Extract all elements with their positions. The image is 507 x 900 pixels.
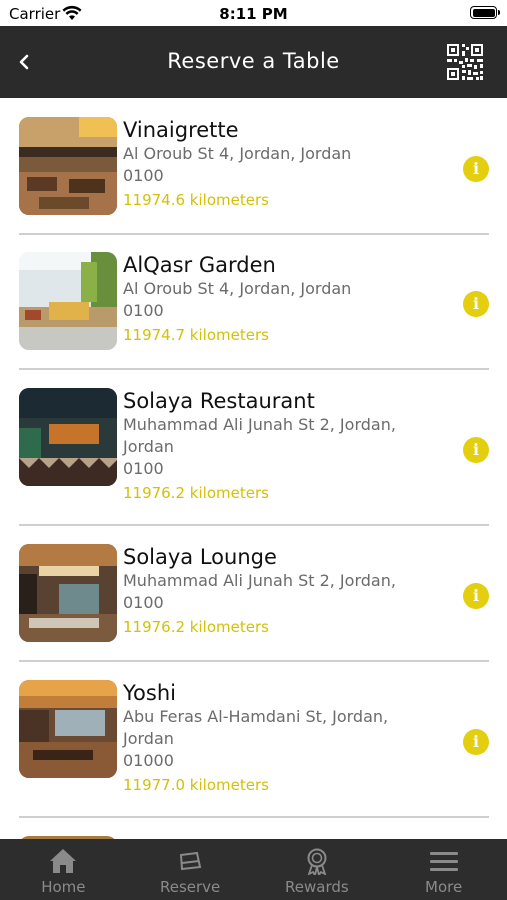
restaurant-address-line: 0100 xyxy=(123,593,164,612)
restaurant-row[interactable]: Solaya Restaurant Muhammad Ali Junah St … xyxy=(19,388,489,528)
restaurant-name: AlQasr Garden xyxy=(123,253,276,277)
reserve-icon xyxy=(180,851,202,871)
info-icon[interactable]: i xyxy=(463,437,489,463)
home-icon xyxy=(50,849,77,873)
restaurant-distance: 11974.7 kilometers xyxy=(123,326,269,344)
navigation-bar: Reserve a Table xyxy=(0,26,507,98)
info-icon[interactable]: i xyxy=(463,583,489,609)
qr-code-icon[interactable] xyxy=(446,43,484,81)
restaurant-row[interactable]: AlQasr Garden Al Oroub St 4, Jordan, Jor… xyxy=(19,252,489,370)
restaurant-address-line: Jordan xyxy=(123,437,174,456)
restaurant-thumbnail xyxy=(19,544,117,642)
restaurant-distance: 11977.0 kilometers xyxy=(123,776,269,794)
restaurant-address-line: 01000 xyxy=(123,751,174,770)
row-divider xyxy=(19,233,489,235)
row-divider xyxy=(19,816,489,818)
clock: 8:11 PM xyxy=(219,5,288,23)
tab-bar: Home Reserve Rewards More xyxy=(0,839,507,900)
row-divider xyxy=(19,660,489,662)
restaurant-distance: 11974.6 kilometers xyxy=(123,191,269,209)
restaurant-thumbnail xyxy=(19,252,117,350)
restaurant-distance: 11976.2 kilometers xyxy=(123,484,269,502)
restaurant-row[interactable]: Vinaigrette Al Oroub St 4, Jordan, Jorda… xyxy=(19,117,489,235)
tab-reserve[interactable]: Reserve xyxy=(127,839,254,900)
page-title: Reserve a Table xyxy=(167,49,340,73)
restaurant-thumbnail xyxy=(19,117,117,215)
restaurant-address-line: 0100 xyxy=(123,459,164,478)
restaurant-address-line: Jordan xyxy=(123,729,174,748)
restaurant-row[interactable]: Solaya Lounge Muhammad Ali Junah St 2, J… xyxy=(19,544,489,662)
restaurant-address-line: Muhammad Ali Junah St 2, Jordan, xyxy=(123,415,396,434)
menu-icon xyxy=(429,852,458,871)
tab-label: Rewards xyxy=(285,878,349,896)
restaurant-address-line: 0100 xyxy=(123,166,164,185)
restaurant-name: Solaya Lounge xyxy=(123,545,277,569)
info-icon[interactable]: i xyxy=(463,291,489,317)
rewards-icon xyxy=(307,848,327,875)
tab-rewards[interactable]: Rewards xyxy=(254,839,381,900)
tab-label: More xyxy=(425,878,463,896)
restaurant-address-line: Abu Feras Al-Hamdani St, Jordan, xyxy=(123,707,389,726)
restaurant-name: Yoshi xyxy=(123,681,176,705)
battery-icon xyxy=(470,6,500,19)
restaurant-address-line: Al Oroub St 4, Jordan, Jordan xyxy=(123,144,352,163)
tab-more[interactable]: More xyxy=(380,839,507,900)
restaurant-row[interactable]: Yoshi Abu Feras Al-Hamdani St, Jordan, J… xyxy=(19,680,489,820)
restaurant-distance: 11976.2 kilometers xyxy=(123,618,269,636)
row-divider xyxy=(19,368,489,370)
restaurant-address-line: 0100 xyxy=(123,301,164,320)
restaurant-name: Solaya Restaurant xyxy=(123,389,315,413)
info-icon[interactable]: i xyxy=(463,729,489,755)
restaurant-list[interactable]: Vinaigrette Al Oroub St 4, Jordan, Jorda… xyxy=(0,98,507,839)
restaurant-thumbnail xyxy=(19,680,117,778)
status-bar: Carrier 8:11 PM xyxy=(0,0,507,26)
tab-label: Reserve xyxy=(159,878,221,896)
restaurant-thumbnail xyxy=(19,388,117,486)
tab-home[interactable]: Home xyxy=(0,839,127,900)
info-icon[interactable]: i xyxy=(463,156,489,182)
tab-label: Home xyxy=(41,878,86,896)
restaurant-address-line: Muhammad Ali Junah St 2, Jordan, xyxy=(123,571,396,590)
restaurant-name: Vinaigrette xyxy=(123,118,239,142)
row-divider xyxy=(19,524,489,526)
restaurant-address-line: Al Oroub St 4, Jordan, Jordan xyxy=(123,279,352,298)
